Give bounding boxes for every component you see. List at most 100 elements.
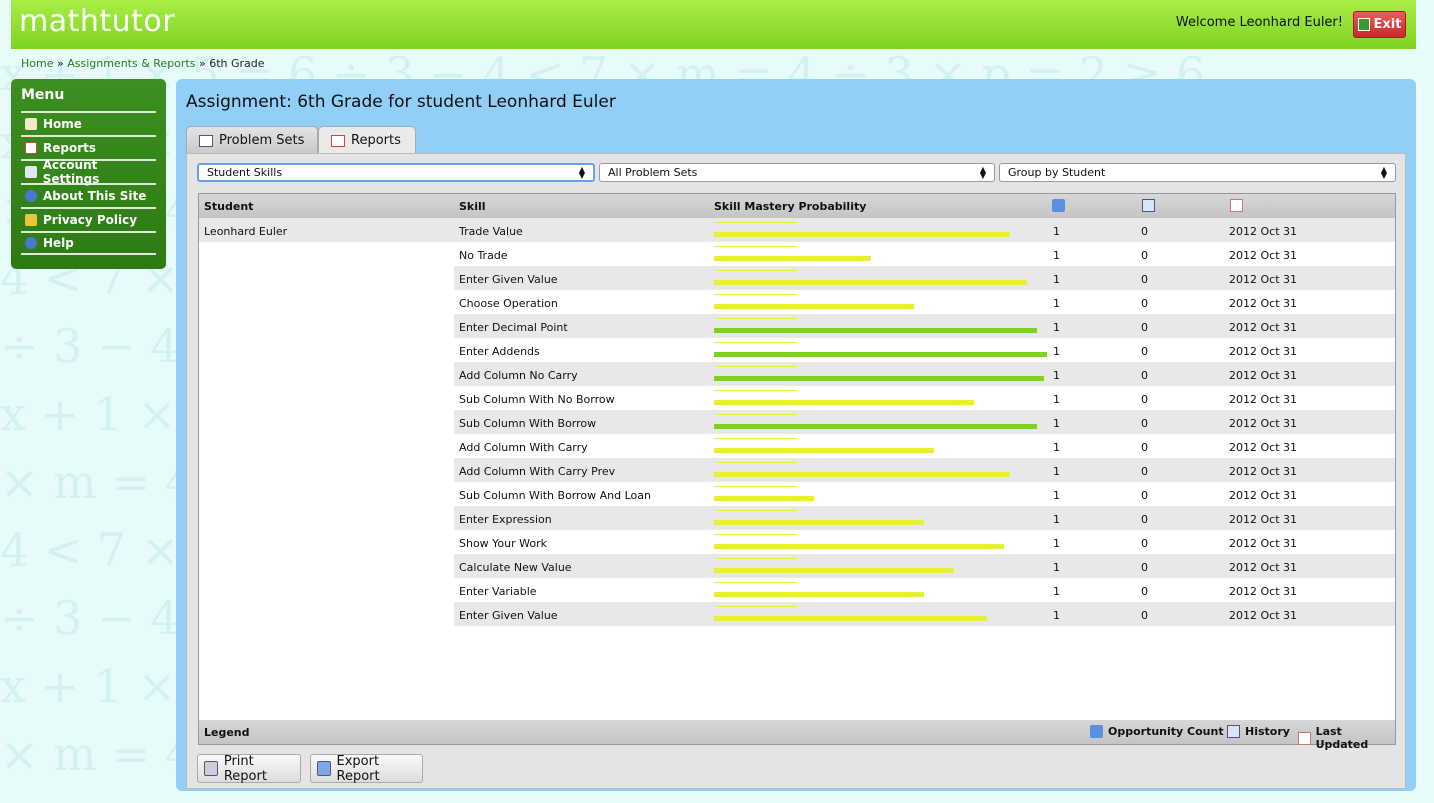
history-count[interactable]: 0 <box>1141 321 1148 334</box>
history-count[interactable]: 0 <box>1141 609 1148 622</box>
mastery-threshold-line <box>714 366 796 367</box>
breadcrumb-assignments[interactable]: Assignments & Reports <box>67 57 195 70</box>
history-count[interactable]: 0 <box>1141 225 1148 238</box>
history-count[interactable]: 0 <box>1141 537 1148 550</box>
skill-name: No Trade <box>459 249 508 262</box>
breadcrumb: Home » Assignments & Reports » 6th Grade <box>21 57 265 70</box>
group-by-value: Group by Student <box>1008 166 1106 179</box>
opportunity-count: 1 <box>1053 225 1060 238</box>
calendar-icon[interactable] <box>1230 199 1243 212</box>
skill-name: Sub Column With No Borrow <box>459 393 615 406</box>
opportunity-count: 1 <box>1053 513 1060 526</box>
last-updated: 2012 Oct 31 <box>1229 465 1298 478</box>
mastery-threshold-line <box>714 534 796 535</box>
floppy-disk-icon <box>317 761 331 776</box>
exit-button[interactable]: Exit <box>1353 11 1406 38</box>
sidebar-item-label: About This Site <box>43 189 147 203</box>
opportunity-count: 1 <box>1053 369 1060 382</box>
sidebar-item-about[interactable]: About This Site <box>21 183 156 207</box>
sidebar-item-account-settings[interactable]: Account Settings <box>21 158 156 186</box>
skill-name: Sub Column With Borrow <box>459 417 597 430</box>
app-logo[interactable]: mathtutor <box>19 4 175 39</box>
history-count[interactable]: 0 <box>1141 441 1148 454</box>
table-row: Sub Column With Borrow 1 0 2012 Oct 31 <box>454 410 1395 434</box>
legend-history-label: History <box>1245 725 1290 738</box>
history-count[interactable]: 0 <box>1141 345 1148 358</box>
table-row: Sub Column With No Borrow 1 0 2012 Oct 31 <box>454 386 1395 410</box>
select-arrows-icon: ▲ ▼ <box>578 164 585 180</box>
history-count[interactable]: 0 <box>1141 273 1148 286</box>
column-header-mastery[interactable]: Skill Mastery Probability <box>714 200 866 213</box>
skill-name: Enter Given Value <box>459 609 558 622</box>
sidebar-item-privacy[interactable]: Privacy Policy <box>21 207 156 231</box>
mastery-threshold-line <box>714 606 796 607</box>
breadcrumb-home[interactable]: Home <box>21 57 53 70</box>
problem-sets-icon <box>199 134 213 147</box>
page-title: Assignment: 6th Grade for student Leonha… <box>186 92 616 112</box>
table-row: Choose Operation 1 0 2012 Oct 31 <box>454 290 1395 314</box>
mastery-threshold-line <box>714 558 796 559</box>
history-count[interactable]: 0 <box>1141 561 1148 574</box>
history-count[interactable]: 0 <box>1141 585 1148 598</box>
sidebar-item-reports[interactable]: Reports <box>21 135 156 159</box>
legend-updated-label: Last Updated <box>1315 725 1369 751</box>
last-updated: 2012 Oct 31 <box>1229 561 1298 574</box>
opportunity-count: 1 <box>1053 609 1060 622</box>
tab-label: Reports <box>351 133 401 148</box>
opportunity-count: 1 <box>1053 537 1060 550</box>
skill-name: Sub Column With Borrow And Loan <box>459 489 651 502</box>
tab-label: Problem Sets <box>219 133 305 148</box>
last-updated: 2012 Oct 31 <box>1229 297 1298 310</box>
history-count[interactable]: 0 <box>1141 249 1148 262</box>
table-row: Trade Value 1 0 2012 Oct 31 <box>454 218 1395 242</box>
skill-name: Show Your Work <box>459 537 548 550</box>
legend-opportunity-label: Opportunity Count <box>1108 725 1224 738</box>
export-report-button[interactable]: Export Report <box>310 753 423 784</box>
opportunity-count: 1 <box>1053 585 1060 598</box>
table-row: No Trade 1 0 2012 Oct 31 <box>454 242 1395 266</box>
mastery-bar <box>714 232 1010 237</box>
history-count[interactable]: 0 <box>1141 465 1148 478</box>
group-by-select[interactable]: Group by Student ▲ ▼ <box>999 163 1396 182</box>
opportunity-count-icon <box>1090 725 1103 738</box>
history-icon[interactable] <box>1142 199 1155 212</box>
history-count[interactable]: 0 <box>1141 369 1148 382</box>
mastery-bar <box>714 352 1047 357</box>
sidebar-item-home[interactable]: Home <box>21 111 156 135</box>
legend-opportunity: Opportunity Count <box>1090 725 1224 738</box>
mastery-bar <box>714 544 1004 549</box>
mastery-bar <box>714 256 871 261</box>
mastery-bar <box>714 304 914 309</box>
print-report-button[interactable]: Print Report <box>197 754 301 784</box>
opportunity-count: 1 <box>1053 417 1060 430</box>
export-label: Export Report <box>336 753 380 784</box>
mastery-threshold-line <box>714 318 796 319</box>
legend-updated: Last Updated <box>1298 725 1395 751</box>
history-count[interactable]: 0 <box>1141 417 1148 430</box>
sidebar-item-help[interactable]: Help <box>21 231 156 255</box>
opportunity-count: 1 <box>1053 249 1060 262</box>
sidebar-item-label: Reports <box>43 141 97 155</box>
help-icon <box>25 237 37 249</box>
opportunity-count: 1 <box>1053 273 1060 286</box>
history-count[interactable]: 0 <box>1141 297 1148 310</box>
notebook-icon <box>331 134 345 147</box>
shield-icon <box>25 214 37 226</box>
sidebar-item-label: Privacy Policy <box>43 213 138 227</box>
history-count[interactable]: 0 <box>1141 489 1148 502</box>
notebook-icon <box>25 142 37 154</box>
opportunity-count-icon[interactable] <box>1052 199 1065 212</box>
history-count[interactable]: 0 <box>1141 393 1148 406</box>
mastery-threshold-line <box>714 582 796 583</box>
problem-sets-select[interactable]: All Problem Sets ▲ ▼ <box>599 163 995 182</box>
column-header-student[interactable]: Student <box>204 200 253 213</box>
report-type-select[interactable]: Student Skills ▲ ▼ <box>197 163 595 182</box>
history-count[interactable]: 0 <box>1141 513 1148 526</box>
tab-reports[interactable]: Reports <box>318 126 416 154</box>
mastery-threshold-line <box>714 342 796 343</box>
column-header-skill[interactable]: Skill <box>459 200 486 213</box>
mastery-threshold-line <box>714 222 796 223</box>
student-name: Leonhard Euler <box>204 225 288 238</box>
tab-problem-sets[interactable]: Problem Sets <box>186 126 318 154</box>
sidebar-menu: Menu Home Reports Account Settings About… <box>11 79 166 269</box>
